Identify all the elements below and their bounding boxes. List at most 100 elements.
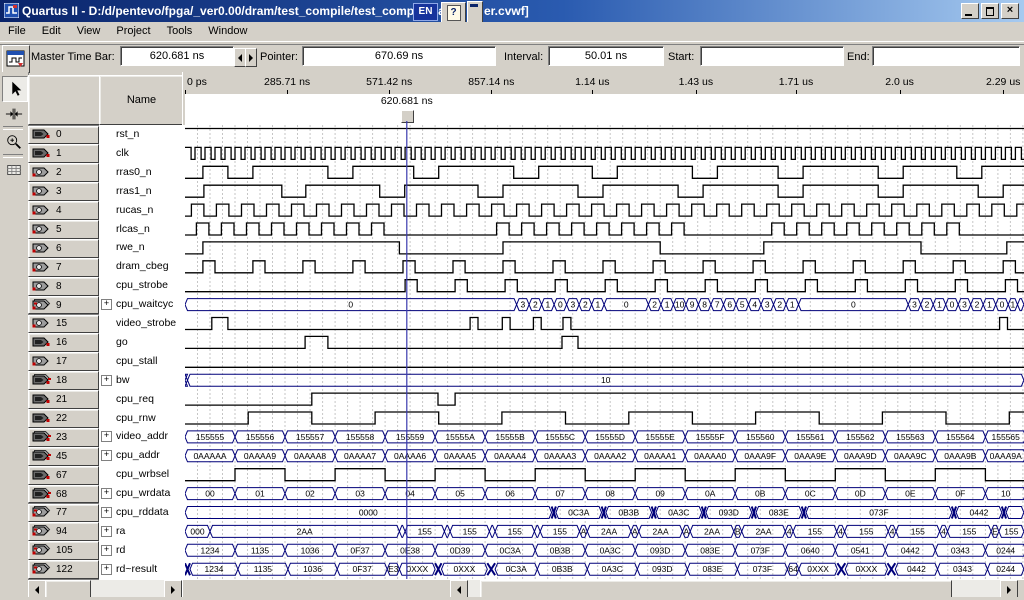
close-button[interactable]: ×	[1001, 3, 1019, 19]
signal-row-cpu_req[interactable]: cpu_req	[99, 390, 185, 409]
signal-number-rst_n[interactable]: 0	[28, 126, 99, 145]
restore-button[interactable]	[981, 3, 999, 19]
signal-number-cpu_rddata[interactable]: 77	[28, 504, 99, 523]
menu-tools[interactable]: Tools	[159, 23, 201, 39]
name-column-header[interactable]: Name	[99, 75, 184, 125]
signal-row-clk[interactable]: clk	[99, 144, 185, 163]
expand-toggle[interactable]: +	[101, 375, 112, 386]
signal-number-cpu_req[interactable]: 21	[28, 390, 99, 409]
signal-number-bw[interactable]: 18	[28, 371, 99, 390]
svg-text:09: 09	[655, 489, 665, 499]
signal-row-ra[interactable]: +ra	[99, 522, 185, 541]
expand-toggle[interactable]: +	[101, 526, 112, 537]
language-bar-handle[interactable]	[467, 1, 483, 23]
grid-tool-button[interactable]	[2, 158, 26, 182]
end-field[interactable]	[872, 46, 1020, 66]
expand-toggle[interactable]: +	[101, 299, 112, 310]
start-field[interactable]	[700, 46, 844, 66]
signal-row-video_addr[interactable]: +video_addr	[99, 427, 185, 446]
selection-tool-button[interactable]	[2, 76, 28, 102]
signal-number-ra[interactable]: 94	[28, 522, 99, 541]
interval-field: 50.01 ns	[548, 46, 664, 66]
signal-row-rd~result[interactable]: +rd~result	[99, 560, 185, 579]
menu-file[interactable]: File	[0, 23, 34, 39]
signal-row-rst_n[interactable]: rst_n	[99, 125, 185, 144]
signal-row-rd[interactable]: +rd	[99, 541, 185, 560]
signal-row-rlcas_n[interactable]: rlcas_n	[99, 220, 185, 239]
svg-text:0XXX: 0XXX	[856, 564, 878, 574]
signal-row-cpu_strobe[interactable]: cpu_strobe	[99, 276, 185, 295]
signal-row-bw[interactable]: +bw	[99, 371, 185, 390]
spin-right-button[interactable]	[245, 48, 257, 67]
signal-number-rras0_n[interactable]: 2	[28, 163, 99, 182]
signal-number-cpu_rnw[interactable]: 22	[28, 409, 99, 428]
expand-toggle[interactable]: +	[101, 564, 112, 575]
signal-row-rras0_n[interactable]: rras0_n	[99, 163, 185, 182]
svg-text:155555: 155555	[196, 432, 225, 442]
minimize-button[interactable]	[961, 3, 979, 19]
signal-number-cpu_wrdata[interactable]: 68	[28, 485, 99, 504]
wave-pane-hscrollbar[interactable]	[450, 580, 1018, 597]
expand-toggle[interactable]: +	[101, 488, 112, 499]
signal-index: 45	[56, 451, 67, 462]
signal-row-cpu_wrdata[interactable]: +cpu_wrdata	[99, 484, 185, 503]
signal-number-clk[interactable]: 1	[28, 144, 99, 163]
signal-name-label: cpu_req	[116, 393, 154, 405]
signal-number-video_strobe[interactable]: 15	[28, 315, 99, 334]
signal-number-rd~result[interactable]: 122	[28, 560, 99, 579]
waveform-canvas[interactable]: 0321032102110987654321032103210110155555…	[185, 72, 1024, 597]
signal-row-video_strobe[interactable]: video_strobe	[99, 314, 185, 333]
title-bar[interactable]: Quartus II - D:/d/pentevo/fpga/_ver0.00/…	[0, 0, 1024, 22]
signal-row-cpu_wrbsel[interactable]: cpu_wrbsel	[99, 465, 185, 484]
svg-text:0AAA9D: 0AAA9D	[844, 451, 877, 461]
svg-text:083E: 083E	[700, 545, 720, 555]
signal-row-rucas_n[interactable]: rucas_n	[99, 201, 185, 220]
master-time-bar-field[interactable]: 620.681 ns	[120, 46, 234, 66]
signal-number-video_addr[interactable]: 23	[28, 428, 99, 447]
name-pane-hscrollbar[interactable]	[28, 580, 182, 597]
signal-number-cpu_strobe[interactable]: 8	[28, 277, 99, 296]
menu-window[interactable]: Window	[200, 23, 255, 39]
waveform-editor-button[interactable]	[2, 45, 30, 73]
signal-index: 21	[56, 394, 67, 405]
signal-row-cpu_rnw[interactable]: cpu_rnw	[99, 409, 185, 428]
signal-index: 105	[56, 545, 73, 556]
quartus-waveform-window: { "window": { "title": "Quartus II - D:/…	[0, 0, 1024, 600]
signal-number-rwe_n[interactable]: 6	[28, 239, 99, 258]
signal-number-cpu_stall[interactable]: 17	[28, 352, 99, 371]
signal-row-cpu_addr[interactable]: +cpu_addr	[99, 446, 185, 465]
number-column-header[interactable]	[28, 75, 101, 125]
svg-text:155: 155	[508, 526, 522, 536]
menu-view[interactable]: View	[69, 23, 109, 39]
signal-number-cpu_wrbsel[interactable]: 67	[28, 466, 99, 485]
signal-number-rlcas_n[interactable]: 5	[28, 220, 99, 239]
signal-row-cpu_rddata[interactable]: +cpu_rddata	[99, 503, 185, 522]
expand-toggle[interactable]: +	[101, 431, 112, 442]
expand-toggle[interactable]: +	[101, 507, 112, 518]
signal-row-rwe_n[interactable]: rwe_n	[99, 238, 185, 257]
signal-number-dram_cbeg[interactable]: 7	[28, 258, 99, 277]
signal-row-cpu_waitcyc[interactable]: +cpu_waitcyc	[99, 295, 185, 314]
expand-toggle[interactable]: +	[101, 450, 112, 461]
expand-toggle[interactable]: +	[101, 545, 112, 556]
signal-row-cpu_stall[interactable]: cpu_stall	[99, 352, 185, 371]
split-tool-button[interactable]	[2, 102, 26, 126]
svg-text:0: 0	[950, 300, 955, 310]
signal-number-rras1_n[interactable]: 3	[28, 182, 99, 201]
menu-edit[interactable]: Edit	[34, 23, 69, 39]
signal-row-go[interactable]: go	[99, 333, 185, 352]
zoom-tool-button[interactable]	[2, 130, 26, 154]
signal-row-rras1_n[interactable]: rras1_n	[99, 182, 185, 201]
svg-text:2: 2	[777, 300, 782, 310]
signal-index: 6	[56, 243, 62, 254]
language-indicator[interactable]: EN	[413, 3, 438, 21]
svg-text:0B3B: 0B3B	[550, 545, 571, 555]
signal-number-rd[interactable]: 105	[28, 541, 99, 560]
signal-number-rucas_n[interactable]: 4	[28, 201, 99, 220]
signal-row-dram_cbeg[interactable]: dram_cbeg	[99, 257, 185, 276]
signal-number-cpu_waitcyc[interactable]: 9	[28, 296, 99, 315]
help-button[interactable]: ?	[441, 2, 466, 23]
signal-number-cpu_addr[interactable]: 45	[28, 447, 99, 466]
signal-number-go[interactable]: 16	[28, 333, 99, 352]
menu-project[interactable]: Project	[108, 23, 158, 39]
